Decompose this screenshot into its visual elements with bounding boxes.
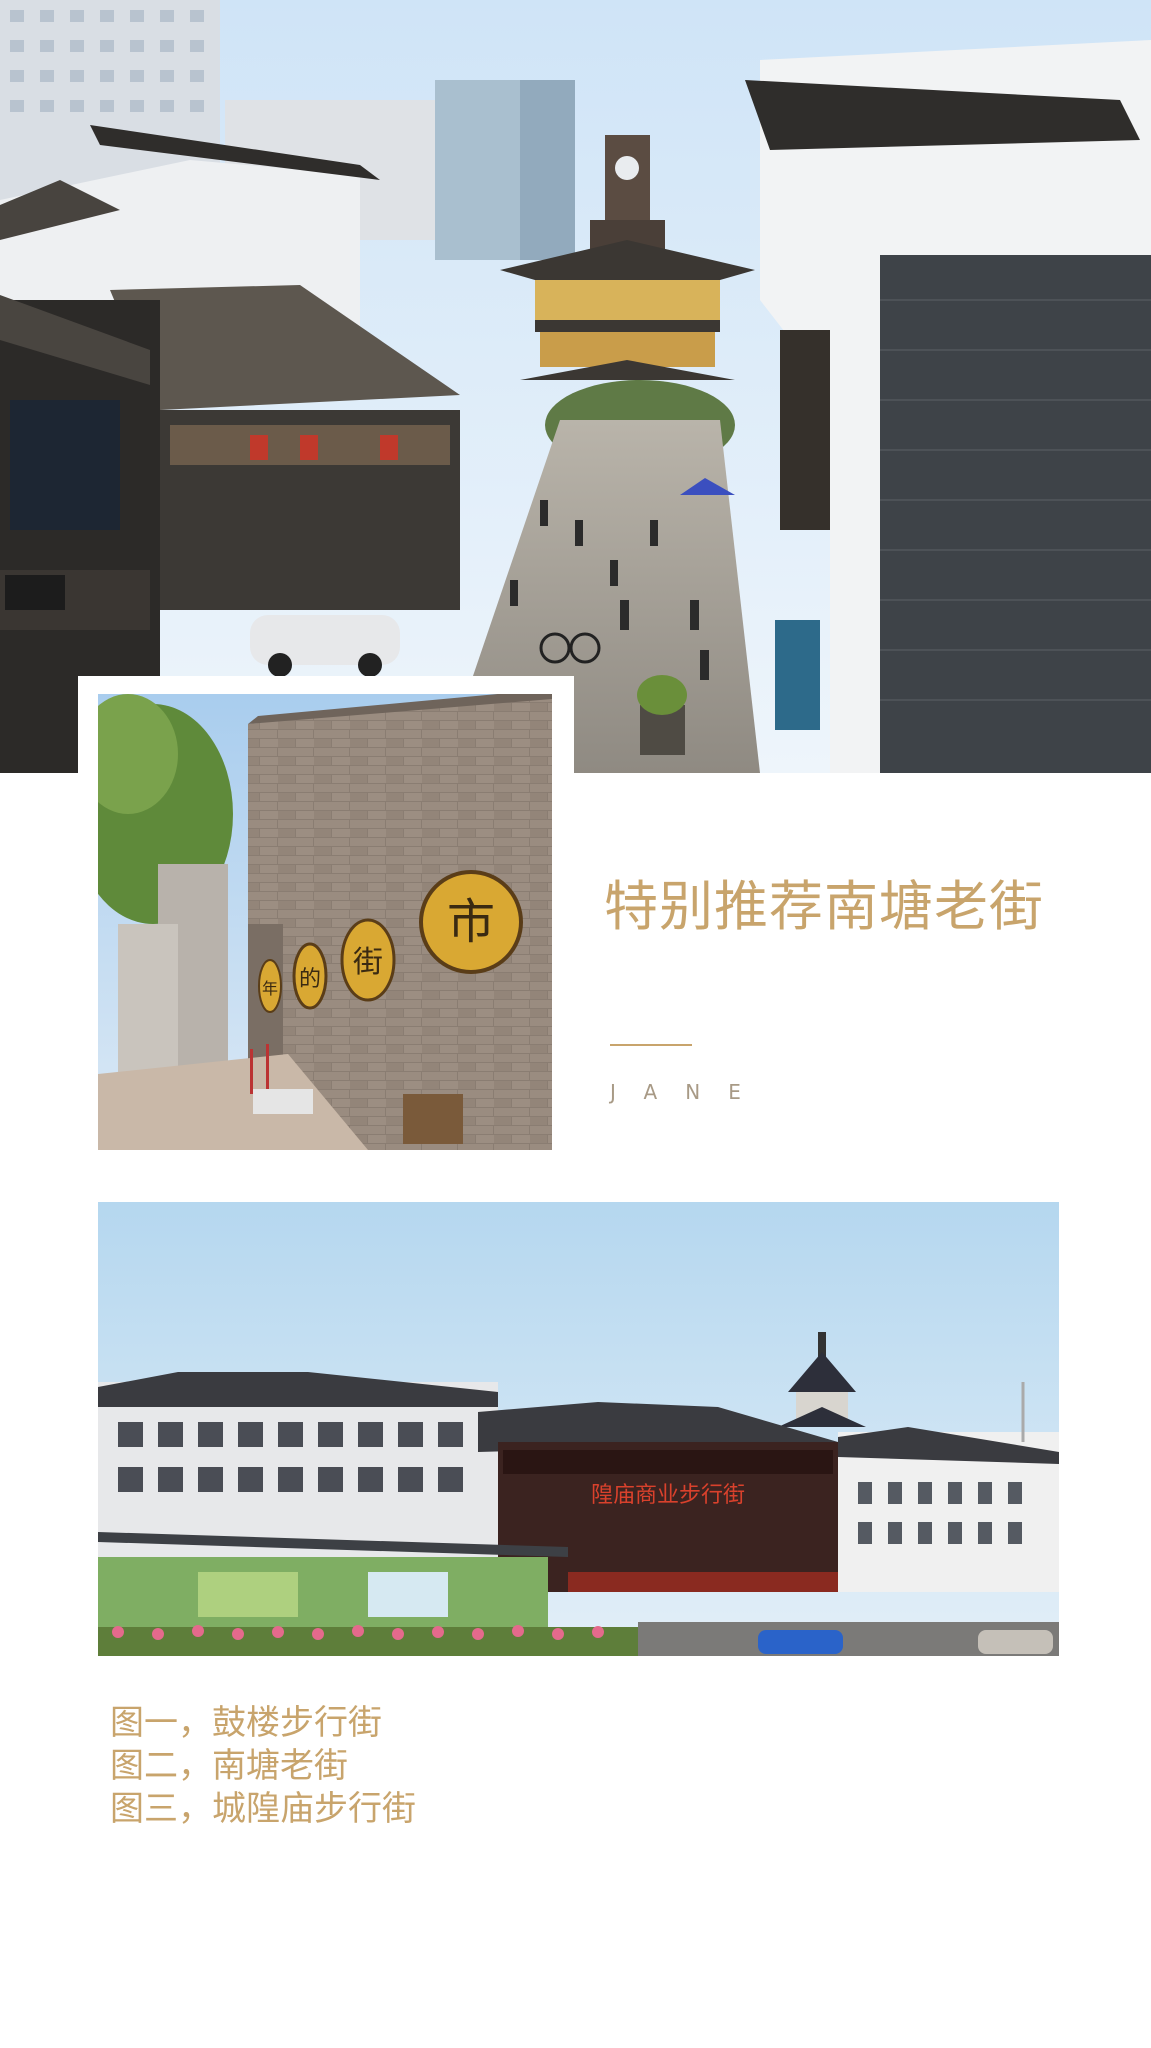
photo-nantang-wall: 市 街 的 年 — [98, 694, 552, 1150]
caption-1: 图一，鼓楼步行街 — [110, 1703, 382, 1743]
wall-character-jie: 街 — [353, 945, 383, 980]
temple-sign-text: 隍庙商业步行街 — [591, 1483, 745, 1508]
author-name: JANE — [610, 1080, 769, 1104]
photo-gulou-street — [0, 0, 1151, 773]
temple-street-illustration: 隍庙商业步行街 — [98, 1202, 1059, 1656]
photo-chenghuang-street: 隍庙商业步行街 — [98, 1202, 1059, 1656]
caption-3: 图三，城隍庙步行街 — [110, 1789, 416, 1829]
article-title: 特别推荐南塘老街 — [604, 875, 1044, 938]
wall-character-disk-2: 街 — [340, 918, 396, 1002]
wall-character-de: 的 — [299, 967, 321, 992]
wall-character-disk-3: 的 — [292, 942, 328, 1010]
wall-character-nian: 年 — [262, 979, 278, 998]
street-scene-illustration — [0, 0, 1151, 773]
wall-character-disk-1: 市 — [419, 870, 523, 974]
wall-character-shi: 市 — [447, 894, 495, 950]
caption-2: 图二，南塘老街 — [110, 1746, 348, 1786]
brick-wall-illustration: 市 街 的 年 — [98, 694, 552, 1150]
title-divider — [610, 1044, 692, 1046]
wall-character-disk-4: 年 — [258, 959, 282, 1013]
photo-captions: 图一，鼓楼步行街 图二，南塘老街 图三，城隍庙步行街 — [110, 1702, 810, 1831]
